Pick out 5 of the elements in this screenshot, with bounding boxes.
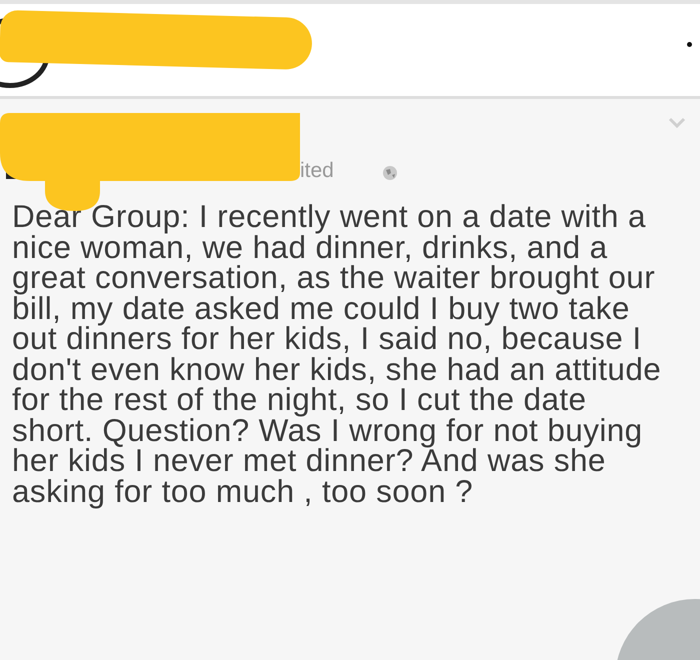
- globe-icon: [382, 165, 398, 181]
- post-text: Dear Group: I recently went on a date with a nice woman, we had dinner, drinks, and a great conversation, as the waiter brought our bill, my date asked me could I buy two take out dinners for her kids, I said no, because I don't even know her kids, she had an attitude for the rest of the night, so I cut the date short. Question? Was I wrong for not buying her kids I never met dinner? And was she asking for too much , too soon ?: [12, 201, 662, 506]
- timestamp: ited: [300, 159, 334, 183]
- dot-icon: [687, 42, 692, 47]
- chevron-icon[interactable]: [668, 117, 686, 129]
